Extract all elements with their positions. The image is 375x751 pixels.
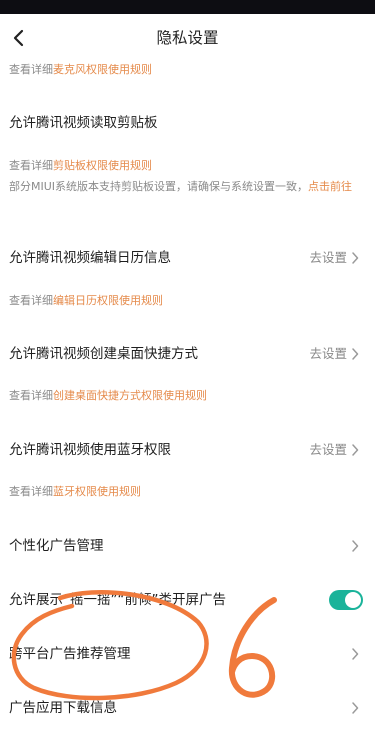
- header: 隐私设置: [0, 14, 375, 62]
- chevron-right-icon: [352, 444, 359, 456]
- shake-ads-toggle[interactable]: [329, 590, 363, 610]
- calendar-permission-row[interactable]: 允许腾讯视频编辑日历信息 去设置: [0, 246, 375, 270]
- chevron-right-icon: [352, 252, 359, 264]
- mic-permission-info: 查看详细麦克风权限使用规则: [9, 61, 152, 79]
- mic-rules-link[interactable]: 麦克风权限使用规则: [53, 63, 152, 76]
- info-prefix: 查看详细: [9, 389, 53, 402]
- cross-platform-ads-row[interactable]: 跨平台广告推荐管理: [0, 642, 375, 666]
- chevron-right-icon: [352, 648, 359, 660]
- personalized-ads-row[interactable]: 个性化广告管理: [0, 534, 375, 558]
- row-label: 允许腾讯视频创建桌面快捷方式: [9, 346, 198, 362]
- bluetooth-permission-row[interactable]: 允许腾讯视频使用蓝牙权限 去设置: [0, 438, 375, 462]
- row-label: 允许腾讯视频使用蓝牙权限: [9, 442, 171, 458]
- status-bar: [0, 0, 375, 14]
- row-label: 广告应用下载信息: [9, 700, 117, 716]
- shortcut-permission-info: 查看详细创建桌面快捷方式权限使用规则: [9, 387, 207, 405]
- go-settings-label: 去设置: [309, 346, 347, 361]
- ad-app-download-row[interactable]: 广告应用下载信息: [0, 696, 375, 720]
- chevron-right-icon: [352, 348, 359, 360]
- row-label: 允许展示“摇一摇”“前倾”类开屏广告: [9, 592, 226, 608]
- shake-ads-row: 允许展示“摇一摇”“前倾”类开屏广告: [0, 588, 375, 612]
- info-prefix: 查看详细: [9, 159, 53, 172]
- info-prefix: 查看详细: [9, 294, 53, 307]
- info-prefix: 查看详细: [9, 63, 53, 76]
- bluetooth-rules-link[interactable]: 蓝牙权限使用规则: [53, 485, 141, 498]
- row-label: 个性化广告管理: [9, 538, 104, 554]
- chevron-right-icon: [352, 702, 359, 714]
- info-prefix: 查看详细: [9, 485, 53, 498]
- calendar-rules-link[interactable]: 编辑日历权限使用规则: [53, 294, 163, 307]
- row-label: 允许腾讯视频读取剪贴板: [9, 115, 158, 131]
- clipboard-rules-link[interactable]: 剪贴板权限使用规则: [53, 159, 152, 172]
- goto-settings-link[interactable]: 点击前往: [308, 180, 352, 193]
- clipboard-permission-row[interactable]: 允许腾讯视频读取剪贴板: [0, 111, 375, 135]
- shortcut-permission-row[interactable]: 允许腾讯视频创建桌面快捷方式 去设置: [0, 342, 375, 366]
- shortcut-rules-link[interactable]: 创建桌面快捷方式权限使用规则: [53, 389, 207, 402]
- row-label: 允许腾讯视频编辑日历信息: [9, 250, 171, 266]
- bluetooth-permission-info: 查看详细蓝牙权限使用规则: [9, 483, 141, 501]
- go-settings-label: 去设置: [309, 250, 347, 265]
- clipboard-permission-info: 查看详细剪贴板权限使用规则: [9, 157, 152, 175]
- miui-clipboard-note: 部分MIUI系统版本支持剪贴板设置，请确保与系统设置一致，点击前往: [9, 177, 359, 196]
- go-settings-label: 去设置: [309, 442, 347, 457]
- toggle-knob: [345, 592, 361, 608]
- row-label: 跨平台广告推荐管理: [9, 646, 131, 662]
- note-text: 部分MIUI系统版本支持剪贴板设置，请确保与系统设置一致，: [9, 180, 309, 193]
- calendar-permission-info: 查看详细编辑日历权限使用规则: [9, 292, 163, 310]
- chevron-right-icon: [352, 540, 359, 552]
- page-title: 隐私设置: [156, 29, 219, 47]
